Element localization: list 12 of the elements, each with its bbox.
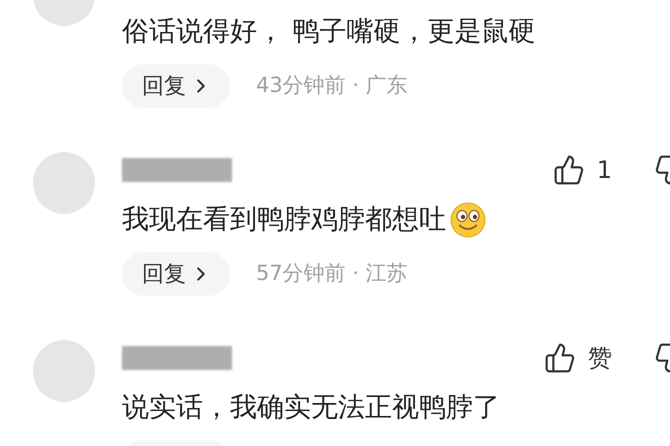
like-button[interactable]: 1	[552, 152, 612, 188]
reply-button[interactable]: 回复	[122, 64, 230, 108]
comment-text: 说实话，我确实无法正视鸭脖了	[122, 391, 500, 425]
comment-text: 我现在看到鸭脖鸡脖都想吐	[122, 203, 446, 237]
comment-text: 俗话说得好， 鸭子嘴硬，更是鼠硬	[122, 15, 536, 49]
thumbs-up-icon	[544, 342, 576, 374]
reply-button[interactable]: 回复	[122, 252, 230, 296]
thumbs-up-icon	[552, 154, 585, 186]
like-button[interactable]: 赞	[544, 340, 612, 376]
timestamp-location: 57分钟前 · 江苏	[256, 260, 408, 288]
timestamp-location: 43分钟前 · 广东	[256, 72, 408, 100]
smiley-emoji-icon	[450, 202, 486, 238]
